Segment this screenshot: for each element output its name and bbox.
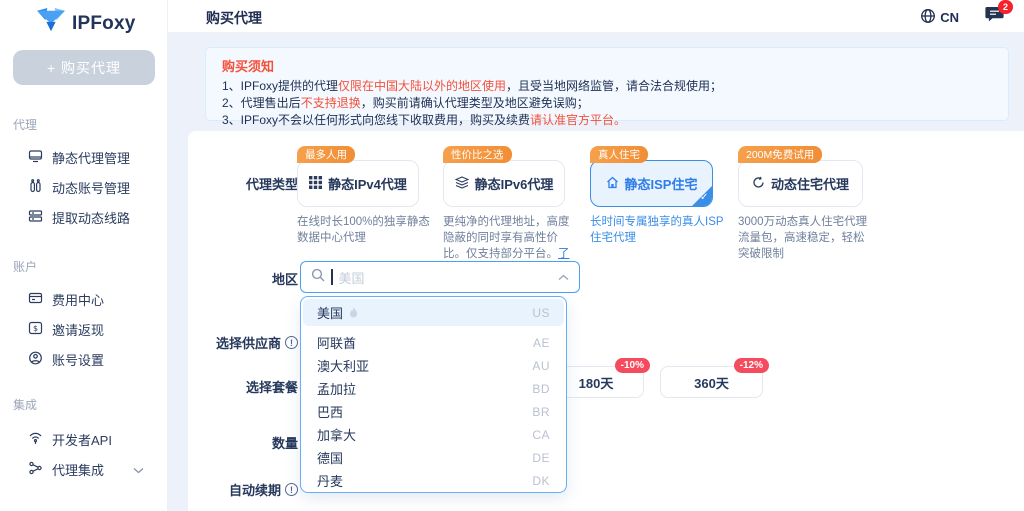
buy-proxy-button[interactable]: + 购买代理 <box>13 50 155 85</box>
region-option-au[interactable]: 澳大利亚AU <box>303 354 564 377</box>
text-cursor <box>331 269 333 285</box>
supplier-label: 选择供应商! <box>182 333 298 352</box>
unread-count-badge: 2 <box>998 0 1013 14</box>
sidebar-item-static-proxy[interactable]: 静态代理管理 <box>28 148 158 167</box>
page-title: 购买代理 <box>206 8 262 28</box>
type-badge: 最多人用 <box>297 146 355 163</box>
sidebar-item-label: 账号设置 <box>52 350 104 369</box>
sidebar-item-proxy-integration[interactable]: 代理集成 <box>28 460 158 479</box>
sidebar-item-dynamic-account[interactable]: 动态账号管理 <box>28 178 158 197</box>
integration-icon <box>28 461 43 478</box>
sidebar-item-referral[interactable]: $ 邀请返现 <box>28 320 158 339</box>
sidebar-item-extract-lines[interactable]: 提取动态线路 <box>28 208 158 227</box>
type-desc: 在线时长100%的独享静态数据中心代理 <box>297 214 431 246</box>
discount-badge: -10% <box>615 358 650 373</box>
grid-icon <box>309 176 322 192</box>
svg-text:$: $ <box>33 324 38 333</box>
type-card-name: 静态IPv6代理 <box>475 174 554 193</box>
sidebar-item-account-settings[interactable]: 账号设置 <box>28 350 158 369</box>
plan-label: 选择套餐 <box>182 377 298 396</box>
notice-title: 购买须知 <box>222 56 992 75</box>
brand-name: IPFoxy <box>72 13 136 35</box>
region-option-ca[interactable]: 加拿大CA <box>303 423 564 446</box>
sidebar-item-label: 费用中心 <box>52 290 104 309</box>
plan-card-360[interactable]: 360天 -12% <box>660 366 763 398</box>
search-icon <box>311 268 325 287</box>
sidebar-item-label: 静态代理管理 <box>52 148 130 167</box>
type-card-isp[interactable]: 静态ISP住宅 ✓ <box>590 160 713 207</box>
buy-proxy-page: IPFoxy + 购买代理 代理 静态代理管理 动态账号管理 提取动态线路 账户… <box>0 0 1024 511</box>
auto-renew-label: 自动续期! <box>182 480 298 499</box>
sidebar-item-label: 代理集成 <box>52 460 104 479</box>
type-desc: 3000万动态真人住宅代理流量包，高速稳定，轻松突破限制 <box>738 214 872 262</box>
discount-badge: -12% <box>734 358 769 373</box>
language-switcher[interactable]: CN <box>920 8 959 27</box>
selected-check-icon: ✓ <box>691 185 713 207</box>
type-card-name: 动态住宅代理 <box>771 174 849 193</box>
nav-section-proxy: 代理 <box>13 116 37 133</box>
type-badge: 性价比之选 <box>443 146 512 163</box>
brand-logo[interactable]: IPFoxy <box>36 8 136 39</box>
nav-section-account: 账户 <box>13 258 37 275</box>
sidebar-item-developer-api[interactable]: 开发者API <box>28 430 158 449</box>
server-icon <box>28 209 43 226</box>
sidebar-item-label: 动态账号管理 <box>52 178 130 197</box>
dollar-icon: $ <box>28 321 43 338</box>
plan-name: 180天 <box>579 373 614 392</box>
fox-logo-icon <box>36 8 66 39</box>
notice-item: 1、IPFoxy提供的代理仅限在中国大陆以外的地区使用，且受当地网络监管，请合法… <box>222 78 992 95</box>
api-icon <box>28 431 43 448</box>
region-dropdown: 美国 US 阿联酋AE 澳大利亚AU 孟加拉BD 巴西BR 加拿大CA 德国DE… <box>300 296 567 493</box>
chevron-down-icon <box>133 462 144 477</box>
hot-flame-icon <box>348 307 359 319</box>
user-icon <box>28 351 43 368</box>
chevron-up-icon <box>558 268 569 286</box>
region-option-dk[interactable]: 丹麦DK <box>303 469 564 492</box>
home-icon <box>606 176 619 192</box>
type-badge: 真人住宅 <box>590 146 648 163</box>
region-option-bd[interactable]: 孟加拉BD <box>303 377 564 400</box>
type-card-ipv6[interactable]: 静态IPv6代理 <box>443 160 565 207</box>
proxy-type-label: 代理类型 <box>182 174 298 193</box>
region-placeholder: 美国 <box>339 268 365 287</box>
monitor-icon <box>28 149 43 166</box>
sidebar-item-billing[interactable]: 费用中心 <box>28 290 158 309</box>
sliders-icon <box>28 179 43 196</box>
region-search-input[interactable]: 美国 <box>300 261 580 293</box>
messages-button[interactable]: 2 <box>985 6 1004 28</box>
sidebar-item-label: 开发者API <box>52 430 112 449</box>
region-option-de[interactable]: 德国DE <box>303 446 564 469</box>
region-option-br[interactable]: 巴西BR <box>303 400 564 423</box>
quantity-label: 数量 <box>182 433 298 452</box>
region-label: 地区 <box>182 269 298 288</box>
sidebar-item-label: 邀请返现 <box>52 320 104 339</box>
notice-item: 3、IPFoxy不会以任何形式向您线下收取费用，购买及续费请认准官方平台。 <box>222 112 992 129</box>
region-option-ae[interactable]: 阿联酋AE <box>303 331 564 354</box>
info-icon[interactable]: ! <box>285 483 298 496</box>
plan-name: 360天 <box>694 373 729 392</box>
type-card-name: 静态ISP住宅 <box>625 174 698 193</box>
type-card-name: 静态IPv4代理 <box>328 174 407 193</box>
type-card-dynamic[interactable]: 动态住宅代理 <box>738 160 863 207</box>
refresh-icon <box>752 176 765 192</box>
sidebar-item-label: 提取动态线路 <box>52 208 130 227</box>
layers-icon <box>455 176 469 192</box>
nav-section-integration: 集成 <box>13 396 37 413</box>
purchase-notice: 购买须知 1、IPFoxy提供的代理仅限在中国大陆以外的地区使用，且受当地网络监… <box>205 47 1009 121</box>
top-header: 购买代理 CN 2 <box>168 0 1024 33</box>
region-option-us[interactable]: 美国 US <box>303 299 564 326</box>
type-card-ipv4[interactable]: 静态IPv4代理 <box>297 160 419 207</box>
card-icon <box>28 291 43 308</box>
notice-item: 2、代理售出后不支持退换，购买前请确认代理类型及地区避免误购； <box>222 95 992 112</box>
sidebar: IPFoxy + 购买代理 代理 静态代理管理 动态账号管理 提取动态线路 账户… <box>0 0 168 511</box>
locale-label: CN <box>940 10 959 25</box>
globe-icon <box>920 8 936 27</box>
type-desc: 长时间专属独享的真人ISP住宅代理 <box>590 214 724 246</box>
type-badge: 200M免费试用 <box>738 146 822 163</box>
info-icon[interactable]: ! <box>285 336 298 349</box>
